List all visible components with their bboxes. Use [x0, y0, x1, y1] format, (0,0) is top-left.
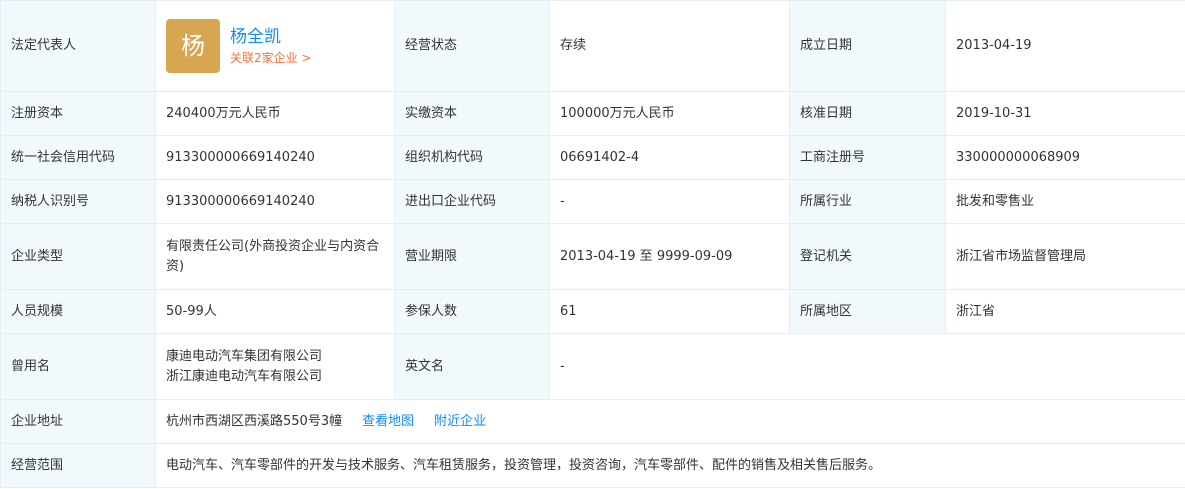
- import-export-label: 进出口企业代码: [394, 179, 550, 224]
- biz-term-label: 营业期限: [394, 223, 550, 290]
- english-name-value: -: [549, 333, 1185, 400]
- former-name-item: 康迪电动汽车集团有限公司: [166, 348, 323, 364]
- industry-value: 批发和零售业: [945, 179, 1185, 224]
- insured-label: 参保人数: [394, 289, 550, 334]
- insured-value: 61: [549, 289, 790, 334]
- legal-rep-avatar[interactable]: 杨: [166, 19, 220, 73]
- table-row: 注册资本 240400万元人民币 实缴资本 100000万元人民币 核准日期 2…: [0, 91, 1185, 136]
- paid-capital-label: 实缴资本: [394, 91, 550, 136]
- founded-value: 2013-04-19: [945, 0, 1185, 92]
- region-label: 所属地区: [789, 289, 946, 334]
- reg-capital-value: 240400万元人民币: [155, 91, 395, 136]
- staff-size-label: 人员规模: [0, 289, 156, 334]
- address-label: 企业地址: [0, 399, 156, 444]
- company-info-table: 法定代表人 杨 杨全凯 关联2家企业 > 经营状态 存续 成立日期 2013-0…: [0, 0, 1185, 488]
- table-row: 统一社会信用代码 913300000669140240 组织机构代码 06691…: [0, 135, 1185, 180]
- reg-capital-label: 注册资本: [0, 91, 156, 136]
- status-label: 经营状态: [394, 0, 550, 92]
- taxpayer-id-label: 纳税人识别号: [0, 179, 156, 224]
- paid-capital-value: 100000万元人民币: [549, 91, 790, 136]
- legal-rep-label: 法定代表人: [0, 0, 156, 92]
- import-export-value: -: [549, 179, 790, 224]
- table-row: 经营范围 电动汽车、汽车零部件的开发与技术服务、汽车租赁服务，投资管理，投资咨询…: [0, 443, 1185, 488]
- table-row: 曾用名 康迪电动汽车集团有限公司 浙江康迪电动汽车有限公司 英文名 -: [0, 333, 1185, 400]
- reg-authority-label: 登记机关: [789, 223, 946, 290]
- credit-code-value: 913300000669140240: [155, 135, 395, 180]
- table-row: 企业类型 有限责任公司(外商投资企业与内资合资) 营业期限 2013-04-19…: [0, 223, 1185, 290]
- table-row: 法定代表人 杨 杨全凯 关联2家企业 > 经营状态 存续 成立日期 2013-0…: [0, 0, 1185, 92]
- industry-label: 所属行业: [789, 179, 946, 224]
- approve-date-value: 2019-10-31: [945, 91, 1185, 136]
- org-code-value: 06691402-4: [549, 135, 790, 180]
- legal-rep-name-link[interactable]: 杨全凯: [230, 25, 312, 49]
- founded-label: 成立日期: [789, 0, 946, 92]
- related-companies-link[interactable]: 关联2家企业 >: [230, 49, 312, 67]
- biz-reg-no-value: 330000000068909: [945, 135, 1185, 180]
- credit-code-label: 统一社会信用代码: [0, 135, 156, 180]
- nearby-companies-link[interactable]: 附近企业: [434, 414, 486, 429]
- staff-size-value: 50-99人: [155, 289, 395, 334]
- taxpayer-id-value: 913300000669140240: [155, 179, 395, 224]
- address-cell: 杭州市西湖区西溪路550号3幢 查看地图 附近企业: [155, 399, 1185, 444]
- english-name-label: 英文名: [394, 333, 550, 400]
- table-row: 企业地址 杭州市西湖区西溪路550号3幢 查看地图 附近企业: [0, 399, 1185, 444]
- view-map-link[interactable]: 查看地图: [362, 414, 414, 429]
- company-type-label: 企业类型: [0, 223, 156, 290]
- address-value: 杭州市西湖区西溪路550号3幢: [166, 413, 343, 429]
- table-row: 纳税人识别号 913300000669140240 进出口企业代码 - 所属行业…: [0, 179, 1185, 224]
- scope-value: 电动汽车、汽车零部件的开发与技术服务、汽车租赁服务，投资管理，投资咨询，汽车零部…: [155, 443, 1185, 488]
- table-row: 人员规模 50-99人 参保人数 61 所属地区 浙江省: [0, 289, 1185, 334]
- region-value: 浙江省: [945, 289, 1185, 334]
- biz-reg-no-label: 工商注册号: [789, 135, 946, 180]
- former-names-label: 曾用名: [0, 333, 156, 400]
- legal-rep-cell: 杨 杨全凯 关联2家企业 >: [155, 0, 395, 92]
- former-names-value: 康迪电动汽车集团有限公司 浙江康迪电动汽车有限公司: [155, 333, 395, 400]
- former-name-item: 浙江康迪电动汽车有限公司: [166, 368, 323, 384]
- company-type-value: 有限责任公司(外商投资企业与内资合资): [155, 223, 395, 290]
- scope-label: 经营范围: [0, 443, 156, 488]
- biz-term-value: 2013-04-19 至 9999-09-09: [549, 223, 790, 290]
- status-value: 存续: [549, 0, 790, 92]
- reg-authority-value: 浙江省市场监督管理局: [945, 223, 1185, 290]
- org-code-label: 组织机构代码: [394, 135, 550, 180]
- approve-date-label: 核准日期: [789, 91, 946, 136]
